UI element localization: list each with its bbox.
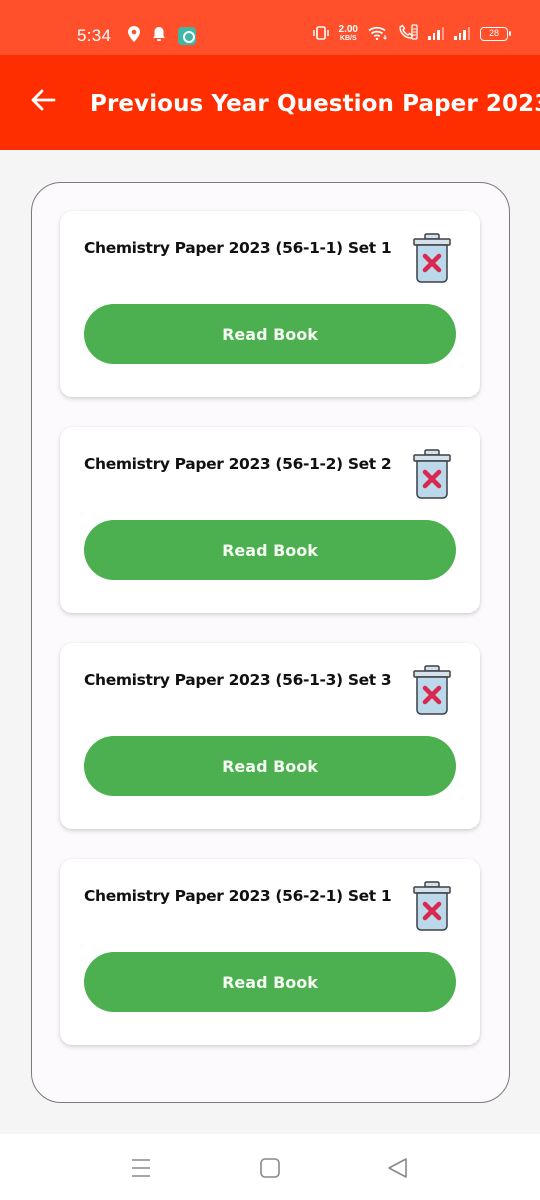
app-bar: Previous Year Question Paper 2023 (0, 55, 540, 150)
paper-card: Chemistry Paper 2023 (56-2-1) Set 1 Read… (60, 859, 480, 1045)
paper-title: Chemistry Paper 2023 (56-1-2) Set 2 (84, 455, 392, 473)
home-square-icon (258, 1158, 282, 1184)
app-notification-icon (178, 27, 196, 45)
signal-1-icon (428, 27, 444, 40)
volte-call-icon (398, 24, 418, 44)
paper-card: Chemistry Paper 2023 (56-1-1) Set 1 Read… (60, 211, 480, 397)
bell-icon (152, 26, 166, 46)
read-book-button[interactable]: Read Book (84, 736, 456, 796)
paper-card: Chemistry Paper 2023 (56-1-3) Set 3 Read… (60, 643, 480, 829)
vibrate-icon (312, 25, 329, 44)
back-triangle-icon (386, 1158, 410, 1184)
arrow-left-icon (30, 89, 56, 115)
battery-indicator: 28 (480, 27, 511, 41)
signal-2-icon (454, 27, 470, 40)
back-button[interactable] (26, 85, 60, 119)
status-time: 5:34 (77, 26, 112, 45)
delete-button[interactable] (411, 665, 453, 717)
location-pin-icon (128, 26, 140, 46)
read-book-button[interactable]: Read Book (84, 520, 456, 580)
paper-card: Chemistry Paper 2023 (56-1-2) Set 2 Read… (60, 427, 480, 613)
status-bar: 5:34 2.00 KB/S 28 (0, 0, 540, 55)
read-book-button[interactable]: Read Book (84, 304, 456, 364)
paper-title: Chemistry Paper 2023 (56-1-1) Set 1 (84, 239, 392, 257)
delete-button[interactable] (411, 233, 453, 285)
trash-delete-icon (411, 665, 453, 721)
paper-title: Chemistry Paper 2023 (56-2-1) Set 1 (84, 887, 392, 905)
delete-button[interactable] (411, 449, 453, 501)
trash-delete-icon (411, 449, 453, 505)
recents-menu-icon (129, 1159, 153, 1184)
trash-delete-icon (411, 881, 453, 937)
page-title: Previous Year Question Paper 2023 (90, 91, 540, 117)
network-speed: 2.00 KB/S (338, 24, 358, 43)
home-button[interactable] (258, 1156, 282, 1180)
system-back-button[interactable] (386, 1156, 410, 1180)
system-nav-bar (0, 1134, 540, 1200)
recents-button[interactable] (129, 1156, 153, 1180)
wifi-icon (368, 25, 388, 44)
trash-delete-icon (411, 233, 453, 289)
delete-button[interactable] (411, 881, 453, 933)
paper-title: Chemistry Paper 2023 (56-1-3) Set 3 (84, 671, 392, 689)
read-book-button[interactable]: Read Book (84, 952, 456, 1012)
